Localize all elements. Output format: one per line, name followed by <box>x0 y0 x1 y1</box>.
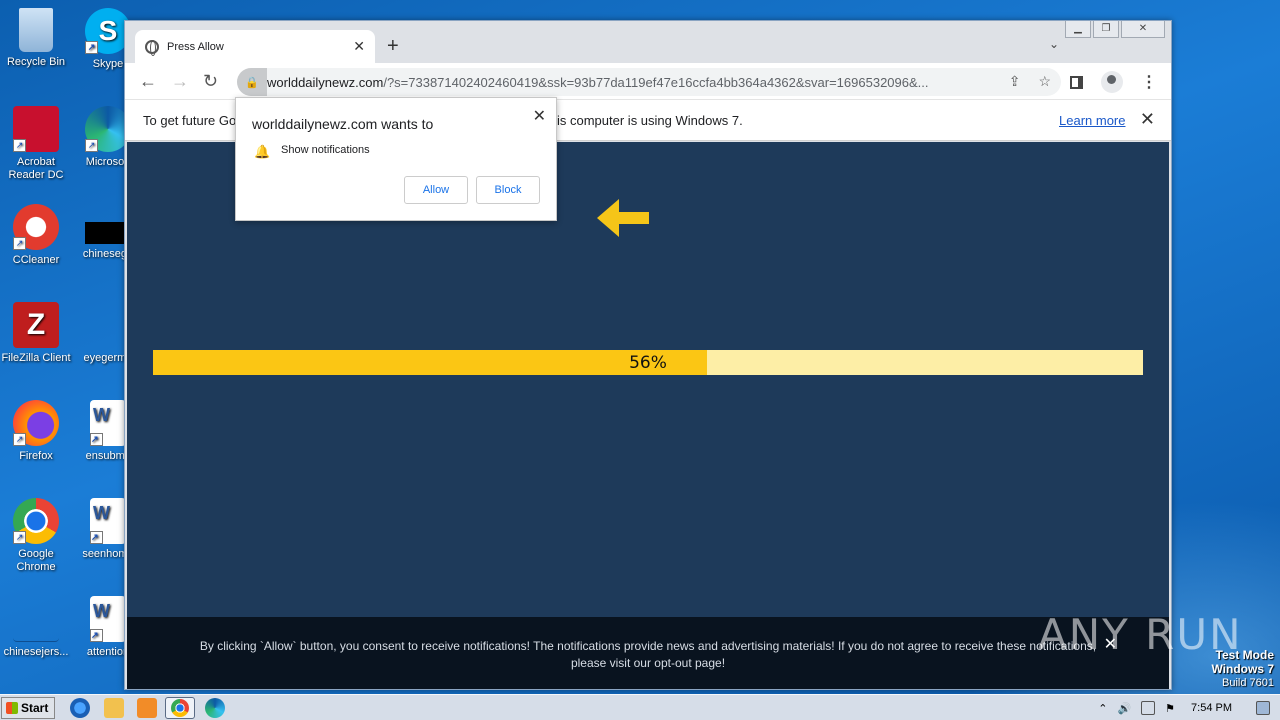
url-text[interactable]: worlddailynewz.com/?s=733871402402460419… <box>267 75 987 90</box>
menu-kebab-icon[interactable]: ⋮ <box>1141 72 1157 92</box>
consent-text-line2[interactable]: please visit our opt-out page! <box>127 655 1169 672</box>
infobar-close-icon[interactable]: ✕ <box>1140 109 1155 130</box>
system-tray: ⌃ 🔊 ⚑ 7:54 PM <box>1098 697 1280 719</box>
internet-explorer-icon[interactable] <box>70 698 90 718</box>
page-content: 56% By clicking `Allow` button, you cons… <box>127 142 1169 689</box>
popup-heading: worlddailynewz.com wants to <box>252 116 434 132</box>
desktop-icon-ccleaner[interactable]: ↗ CCleaner <box>0 204 72 267</box>
reload-icon[interactable]: ↻ <box>203 71 218 92</box>
window-controls: ▁ ❐ ✕ <box>1065 21 1165 38</box>
chrome-icon: ↗ <box>13 498 59 544</box>
popup-close-icon[interactable]: ✕ <box>533 106 546 126</box>
tab-close-icon[interactable]: ✕ <box>353 38 365 55</box>
desktop-icon-firefox[interactable]: ↗ Firefox <box>0 400 72 463</box>
firefox-icon: ↗ <box>13 400 59 446</box>
word-document-icon: W ↗ <box>90 596 126 642</box>
action-center-flag-icon[interactable]: ⚑ <box>1165 702 1175 715</box>
toolbar: ← → ↻ 🔒 worlddailynewz.com/?s=7338714024… <box>125 63 1171 99</box>
popup-permission-text: Show notifications <box>281 144 370 156</box>
word-document-icon: W ↗ <box>90 498 126 544</box>
ccleaner-icon: ↗ <box>13 204 59 250</box>
file-icon <box>13 596 59 642</box>
consent-text-line1: By clicking `Allow` button, you consent … <box>199 639 1097 653</box>
progress-label: 56% <box>629 353 667 373</box>
block-button[interactable]: Block <box>476 176 540 204</box>
word-document-icon: W ↗ <box>90 400 126 446</box>
learn-more-link[interactable]: Learn more <box>1059 113 1125 128</box>
start-button[interactable]: Start <box>1 697 55 719</box>
test-mode-text: Test Mode Windows 7 Build 7601 <box>1211 648 1274 689</box>
explorer-folder-icon[interactable] <box>104 698 124 718</box>
media-player-icon[interactable] <box>137 698 157 718</box>
window-close-button[interactable]: ✕ <box>1121 21 1165 38</box>
edge-taskbar-icon[interactable] <box>205 698 225 718</box>
chrome-taskbar-icon[interactable] <box>165 697 195 719</box>
address-bar[interactable]: 🔒 worlddailynewz.com/?s=7338714024024604… <box>237 68 1061 96</box>
network-icon[interactable] <box>1141 701 1156 715</box>
browser-tab[interactable]: Press Allow ✕ <box>135 30 375 63</box>
globe-icon <box>145 39 159 56</box>
desktop-icon-acrobat[interactable]: ↗ Acrobat Reader DC <box>0 106 72 182</box>
forward-arrow-icon[interactable]: → <box>171 71 189 92</box>
desktop-icon-chrome[interactable]: ↗ Google Chrome <box>0 498 72 574</box>
filezilla-icon: Z <box>13 302 59 348</box>
desktop-icon-chinesejers[interactable]: chinesejers... <box>0 596 72 659</box>
desktop-icon-recycle-bin[interactable]: Recycle Bin <box>0 8 72 69</box>
back-arrow-icon[interactable]: ← <box>139 71 157 92</box>
minimize-button[interactable]: ▁ <box>1065 21 1091 38</box>
pointing-arrow-icon <box>597 199 649 237</box>
consent-banner: By clicking `Allow` button, you consent … <box>127 617 1169 689</box>
notification-permission-popup: worlddailynewz.com wants to ✕ 🔔 Show not… <box>235 97 557 221</box>
lock-icon[interactable]: 🔒 <box>237 68 267 96</box>
tray-expand-icon[interactable]: ⌃ <box>1098 702 1107 715</box>
recycle-bin-icon <box>19 8 53 52</box>
clock[interactable]: 7:54 PM <box>1191 702 1232 714</box>
volume-icon[interactable]: 🔊 <box>1117 702 1131 715</box>
tab-search-chevron-icon[interactable]: ⌄ <box>1049 37 1059 51</box>
side-panel-icon[interactable] <box>1070 75 1083 89</box>
desktop-icon-filezilla[interactable]: Z FileZilla Client <box>0 302 72 365</box>
show-desktop-icon[interactable] <box>1256 701 1270 715</box>
bookmark-star-icon[interactable]: ☆ <box>1038 73 1051 90</box>
acrobat-icon: ↗ <box>13 106 59 152</box>
new-tab-button[interactable]: + <box>387 35 399 58</box>
restore-button[interactable]: ❐ <box>1093 21 1119 38</box>
tab-title: Press Allow <box>167 40 224 53</box>
bell-icon: 🔔 <box>254 144 271 159</box>
allow-button[interactable]: Allow <box>404 176 468 204</box>
progress-bar: 56% <box>153 350 1143 375</box>
share-icon[interactable]: ⇪ <box>1009 73 1021 90</box>
profile-avatar-icon[interactable] <box>1101 71 1123 93</box>
taskbar: Start ⌃ 🔊 ⚑ 7:54 PM <box>0 694 1280 720</box>
